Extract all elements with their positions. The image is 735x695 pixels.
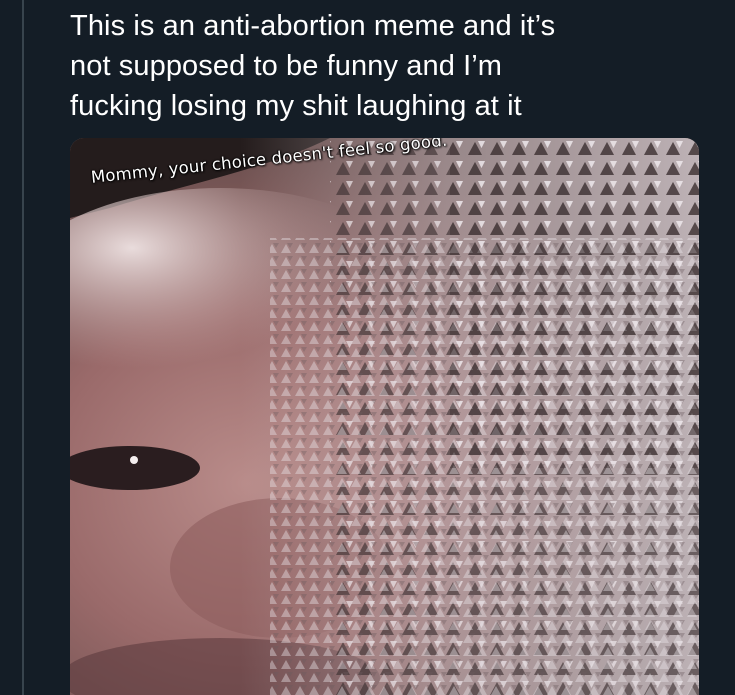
tweet-text-line-3: fucking losing my shit laughing at it (70, 90, 522, 122)
tweet-text: This is an anti-abortion meme and it’s n… (70, 6, 710, 126)
tweet-screenshot: This is an anti-abortion meme and it’s n… (0, 0, 735, 695)
baby-photo-illustration (70, 138, 699, 695)
tweet-media-image[interactable]: Mommy, your choice doesn't feel so good. (70, 138, 699, 695)
tweet-text-line-2: not supposed to be funny and I’m (70, 50, 503, 82)
tweet-text-line-1: This is an anti-abortion meme and it’s (70, 10, 556, 42)
thread-connector-line (22, 0, 24, 695)
